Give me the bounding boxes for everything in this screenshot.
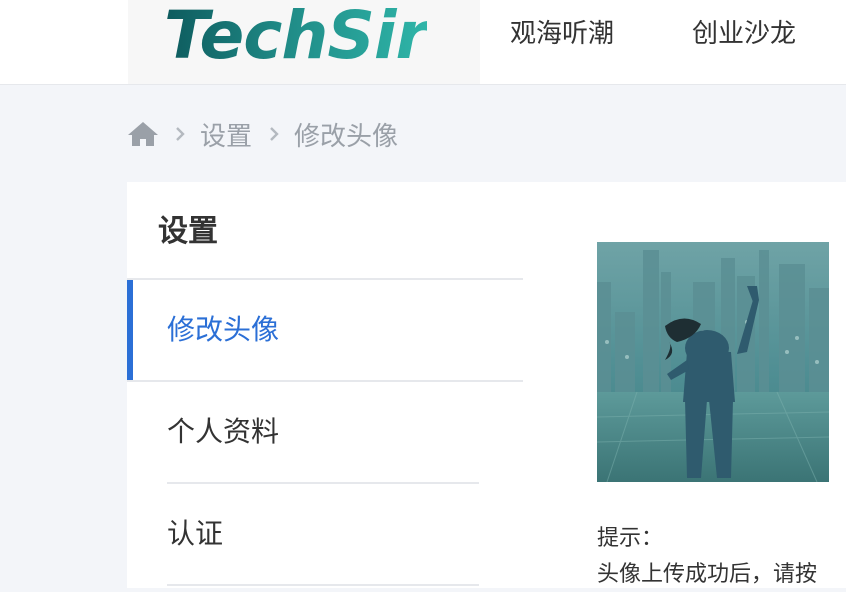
sidebar-item-change-avatar[interactable]: 修改头像 [127,280,523,380]
sidebar-item-label: 认证 [167,517,224,550]
hint-text: 头像上传成功后，请按 [597,562,818,587]
avatar-image[interactable] [597,242,829,482]
sidebar-item-label: 个人资料 [167,415,280,448]
sidebar-item-profile[interactable]: 个人资料 [127,382,523,482]
chevron-right-icon [270,127,279,141]
hint-label: 提示： [597,526,664,551]
home-icon[interactable] [126,120,160,148]
active-indicator [127,280,133,380]
settings-panel: 设置 修改头像 个人资料 认证 提示： 头像上传成功后，请按 [127,182,846,588]
chevron-right-icon [176,127,185,141]
top-header: TechSir 观海听潮 创业沙龙 [0,0,846,85]
sidebar-item-label: 修改头像 [167,313,280,346]
logo-text: TechSir [164,0,428,78]
breadcrumb-settings[interactable]: 设置 [200,116,252,153]
sidebar-item-verification[interactable]: 认证 [127,484,523,584]
nav-item-guanhai[interactable]: 观海听潮 [510,14,614,54]
divider [167,584,479,586]
nav-item-chuangye[interactable]: 创业沙龙 [692,14,796,54]
breadcrumb-current: 修改头像 [294,121,399,152]
sidebar-title: 设置 [158,214,218,249]
site-logo[interactable]: TechSir [128,0,480,84]
breadcrumb: 设置 修改头像 [126,114,398,154]
